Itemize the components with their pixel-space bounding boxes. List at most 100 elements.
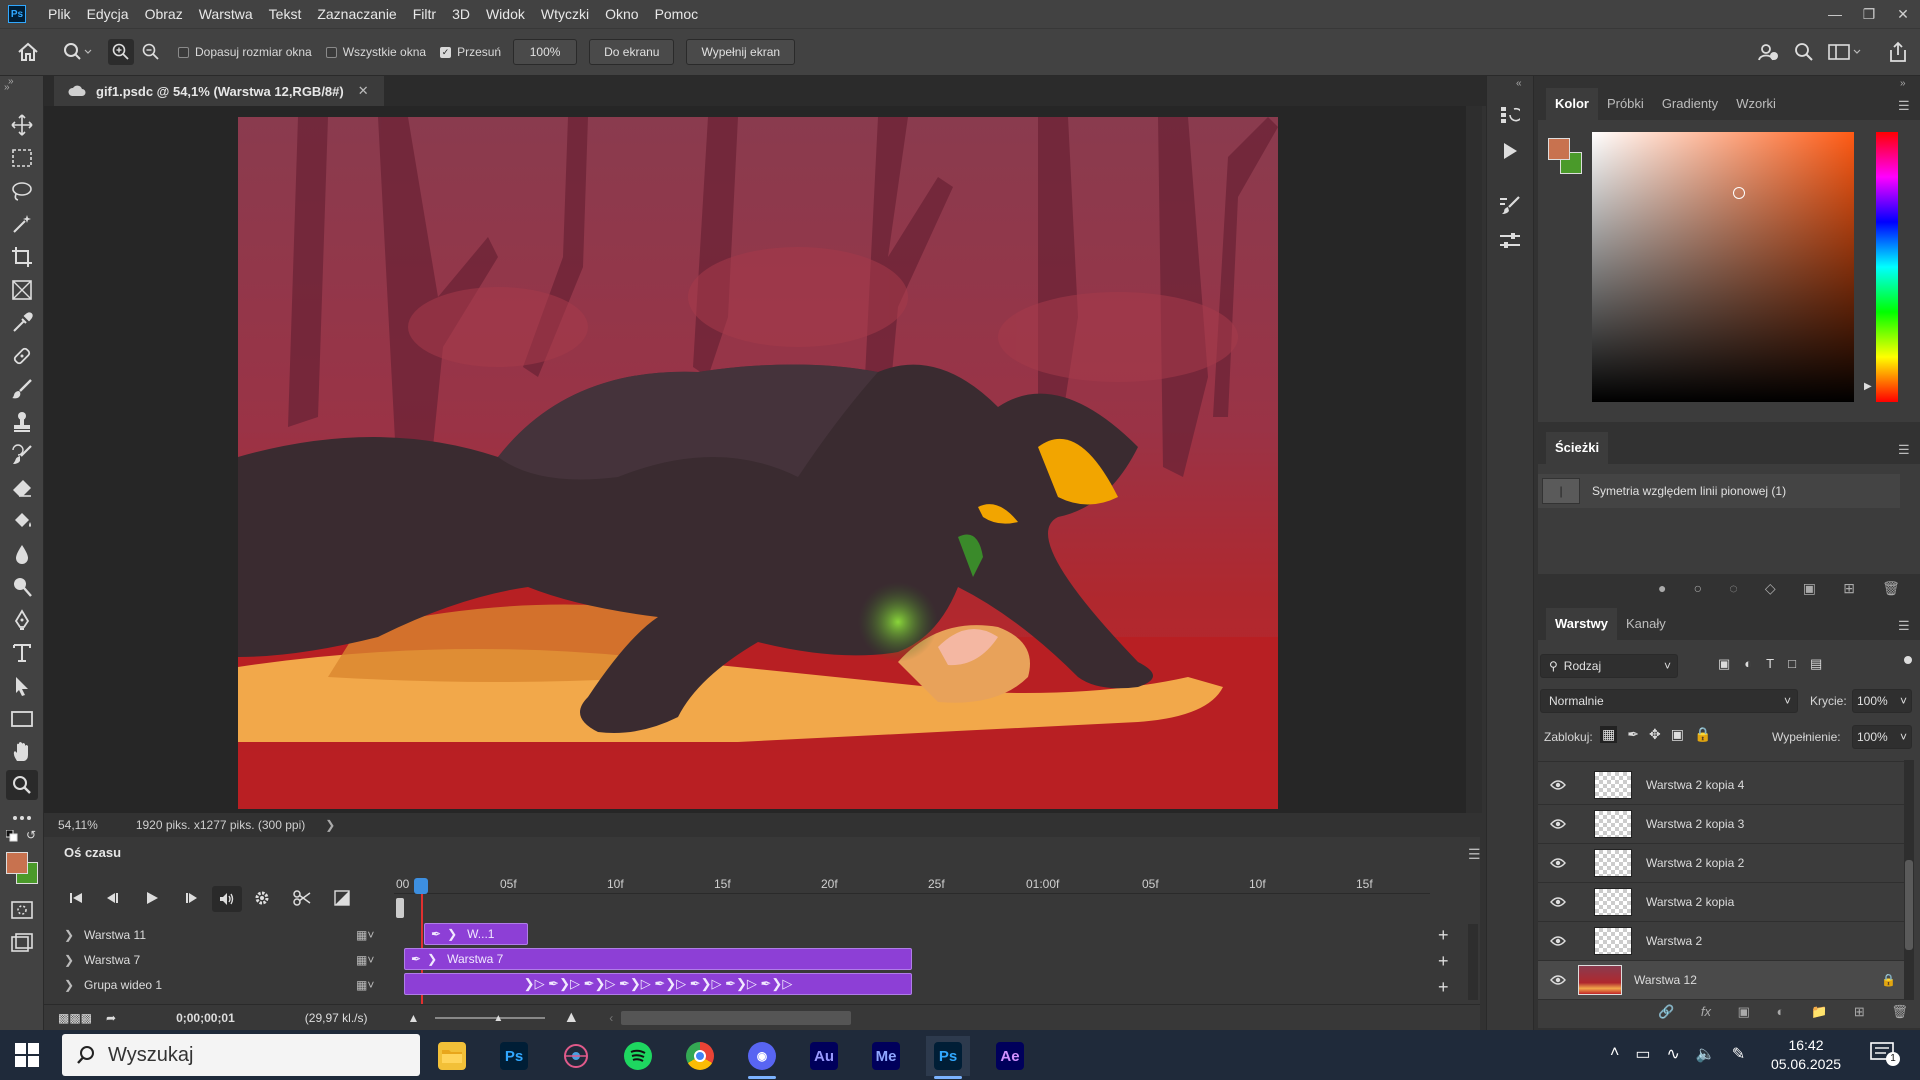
visibility-eye-icon[interactable] — [1538, 975, 1578, 985]
type-tool-icon[interactable] — [6, 638, 38, 668]
hue-slider-handle-icon[interactable]: ▶ — [1864, 381, 1872, 392]
status-menu-arrow-icon[interactable]: ❯ — [325, 818, 335, 832]
history-brush-icon[interactable] — [6, 440, 38, 470]
taskbar-app-network[interactable] — [554, 1036, 598, 1076]
taskbar-audition[interactable]: Au — [802, 1036, 846, 1076]
new-adjustment-layer-icon[interactable]: ◐ — [1777, 1004, 1785, 1020]
taskbar-after-effects[interactable]: Ae — [988, 1036, 1032, 1076]
track-film-icon[interactable]: ▦˅ — [356, 978, 374, 992]
audio-icon[interactable] — [212, 886, 242, 912]
menu-type[interactable]: Tekst — [261, 0, 310, 28]
track-row[interactable]: ❯ Grupa wideo 1 ▦˅ — [44, 972, 394, 998]
track-film-icon[interactable]: ▦˅ — [356, 928, 374, 942]
menu-view[interactable]: Widok — [478, 0, 533, 28]
taskbar-photoshop-a[interactable]: Ps — [492, 1036, 536, 1076]
zoom-out-icon[interactable] — [138, 39, 164, 65]
magic-wand-icon[interactable] — [6, 209, 38, 239]
home-icon[interactable] — [0, 32, 56, 72]
visibility-eye-icon[interactable] — [1538, 780, 1578, 790]
fill-path-icon[interactable]: ● — [1658, 580, 1666, 597]
menu-edit[interactable]: Edycja — [79, 0, 137, 28]
eyedropper-tool-icon[interactable] — [6, 308, 38, 338]
lock-artboard-icon[interactable]: ▣ — [1671, 726, 1684, 743]
visibility-eye-icon[interactable] — [1538, 936, 1578, 946]
layer-row[interactable]: Warstwa 2 kopia 2 — [1538, 844, 1904, 883]
expand-track-icon[interactable]: ❯ — [64, 928, 84, 942]
clip-warstwa-7[interactable]: ✒ ❯ Warstwa 7 — [404, 948, 912, 970]
notification-center-icon[interactable]: 1 — [1870, 1042, 1900, 1068]
lock-image-icon[interactable]: ✒ — [1627, 726, 1639, 743]
stroke-path-icon[interactable]: ○ — [1694, 580, 1702, 597]
zoom-tool-preset-icon[interactable] — [56, 32, 100, 72]
layer-row[interactable]: Warstwa 2 — [1538, 922, 1904, 961]
rectangle-tool-icon[interactable] — [6, 704, 38, 734]
all-windows-checkbox[interactable] — [325, 46, 337, 58]
layers-scrollbar-thumb[interactable] — [1905, 860, 1913, 950]
menu-file[interactable]: Plik — [40, 0, 79, 28]
scrubby-zoom-option[interactable]: ✓ Przesuń — [440, 45, 501, 59]
zoom-in-icon[interactable] — [108, 39, 134, 65]
artwork-canvas[interactable] — [238, 117, 1278, 809]
taskbar-search-box[interactable]: Wyszukaj — [62, 1034, 420, 1076]
search-icon[interactable] — [1790, 38, 1818, 66]
windows-start-icon[interactable] — [14, 1042, 40, 1068]
color-picker-marker[interactable] — [1733, 187, 1745, 199]
dock-collapse-icon[interactable]: « — [1516, 78, 1522, 89]
blur-tool-icon[interactable] — [6, 539, 38, 569]
filter-pixel-icon[interactable]: ▣ — [1718, 656, 1730, 672]
new-path-icon[interactable]: ⊞ — [1843, 580, 1855, 597]
zoom-value-field[interactable]: 100% — [513, 39, 578, 65]
clip-video-group[interactable]: ❯▷ ✒❯▷ ✒❯▷ ✒❯▷ ✒❯▷ ✒❯▷ ✒❯▷ ✒❯▷ — [404, 973, 912, 995]
eraser-tool-icon[interactable] — [6, 473, 38, 503]
fill-field[interactable]: 100% ˅ — [1852, 725, 1912, 749]
expand-track-icon[interactable]: ❯ — [64, 953, 84, 967]
frame-tool-icon[interactable] — [6, 275, 38, 305]
lock-transparent-icon[interactable]: ▦ — [1600, 726, 1618, 743]
panel-collapse-icon[interactable]: » — [4, 82, 10, 93]
dodge-tool-icon[interactable] — [6, 572, 38, 602]
brush-settings-icon[interactable] — [1494, 190, 1526, 220]
add-layer-mask-icon[interactable]: ▣ — [1738, 1004, 1750, 1020]
split-scissors-icon[interactable] — [282, 886, 322, 910]
make-path-icon[interactable]: ◇ — [1765, 580, 1776, 597]
tab-color[interactable]: Kolor — [1546, 88, 1598, 120]
tab-patterns[interactable]: Wzorki — [1727, 88, 1785, 120]
layer-row[interactable]: Warstwa 2 kopia 3 — [1538, 805, 1904, 844]
battery-icon[interactable]: ▭ — [1635, 1044, 1650, 1064]
timeline-scrollbar-vertical[interactable] — [1468, 924, 1478, 1000]
taskbar-discord[interactable]: ◉ — [740, 1036, 784, 1079]
track-row[interactable]: ❯ Warstwa 11 ▦˅ — [44, 922, 394, 948]
menu-help[interactable]: Pomoc — [647, 0, 707, 28]
blend-mode-dropdown[interactable]: Normalnie ˅ — [1540, 689, 1798, 713]
zoom-level-field[interactable]: 54,11% — [58, 818, 98, 832]
paint-bucket-icon[interactable] — [6, 506, 38, 536]
taskbar-media-encoder[interactable]: Me — [864, 1036, 908, 1076]
pen-menu-icon[interactable]: ✎ — [1732, 1044, 1745, 1064]
lasso-tool-icon[interactable] — [6, 176, 38, 206]
path-selection-icon[interactable] — [6, 671, 38, 701]
close-icon[interactable]: ✕ — [1886, 0, 1920, 28]
zoom-tool-icon[interactable] — [6, 770, 38, 800]
marquee-tool-icon[interactable] — [6, 143, 38, 173]
menu-image[interactable]: Obraz — [137, 0, 191, 28]
clip-warstwa-11[interactable]: ✒ ❯ W...1 — [424, 923, 528, 945]
add-media-icons[interactable]: + + + — [1438, 922, 1449, 1000]
taskbar-clock[interactable]: 16:42 05.06.2025 — [1766, 1036, 1846, 1074]
timeline-scrollbar-horizontal[interactable] — [621, 1010, 852, 1025]
layer-row[interactable]: Warstwa 2 kopia — [1538, 883, 1904, 922]
play-icon[interactable] — [132, 886, 172, 910]
move-tool-icon[interactable] — [6, 110, 38, 140]
share-export-icon[interactable] — [1884, 38, 1912, 66]
workspace-switcher-icon[interactable] — [1826, 38, 1866, 66]
tab-channels[interactable]: Kanały — [1617, 608, 1675, 640]
scroll-left-icon[interactable]: ‹ — [609, 1011, 613, 1025]
tab-paths[interactable]: Ścieżki — [1546, 432, 1609, 464]
menu-select[interactable]: Zaznaczanie — [309, 0, 404, 28]
close-document-icon[interactable]: ✕ — [358, 83, 369, 99]
filter-toggle-icon[interactable] — [1904, 656, 1912, 664]
zoom-out-timeline-icon[interactable]: ▲ — [408, 1011, 420, 1025]
filter-smart-object-icon[interactable]: ▤ — [1810, 656, 1822, 672]
next-frame-icon[interactable] — [172, 886, 212, 910]
document-tab[interactable]: gif1.psdc @ 54,1% (Warstwa 12,RGB/8#) ✕ — [54, 76, 384, 106]
screen-mode-icon[interactable] — [6, 928, 38, 958]
